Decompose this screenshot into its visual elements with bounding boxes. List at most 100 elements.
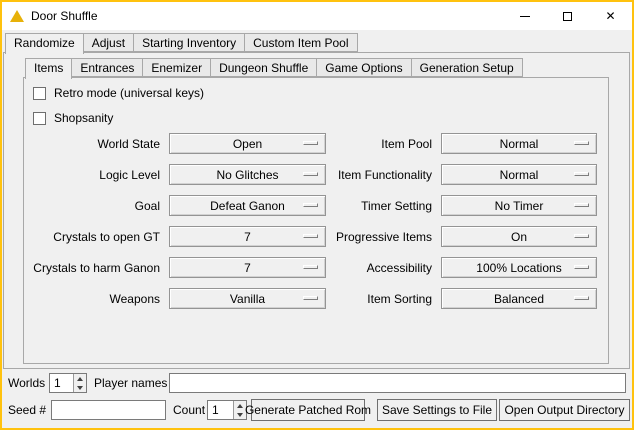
seed-label: Seed #: [8, 399, 46, 421]
retro-mode-checkbox-row[interactable]: Retro mode (universal keys): [33, 86, 204, 100]
tab-custom-item-pool[interactable]: Custom Item Pool: [244, 33, 357, 52]
dropdown-indicator-icon: [574, 265, 589, 269]
accessibility-value: 100% Locations: [476, 261, 561, 275]
world-state-dropdown[interactable]: Open: [169, 133, 326, 154]
close-icon: ✕: [605, 10, 615, 22]
shopsanity-label: Shopsanity: [54, 111, 113, 125]
timer-setting-dropdown[interactable]: No Timer: [441, 195, 597, 216]
window-title: Door Shuffle: [31, 9, 98, 23]
progressive-items-dropdown[interactable]: On: [441, 226, 597, 247]
dropdown-indicator-icon: [574, 296, 589, 300]
item-functionality-label: Item Functionality: [326, 168, 432, 182]
maximize-icon: [563, 12, 572, 21]
items-panel: Retro mode (universal keys) Shopsanity W…: [23, 77, 609, 364]
tab-items[interactable]: Items: [25, 58, 72, 79]
item-pool-dropdown[interactable]: Normal: [441, 133, 597, 154]
worlds-value[interactable]: 1: [50, 374, 73, 392]
count-value[interactable]: 1: [208, 401, 233, 419]
app-icon[interactable]: [10, 10, 24, 22]
tab-game-options[interactable]: Game Options: [316, 58, 411, 77]
item-pool-label: Item Pool: [326, 137, 432, 151]
worlds-label: Worlds: [8, 373, 45, 393]
timer-setting-value: No Timer: [495, 199, 544, 213]
shopsanity-checkbox-row[interactable]: Shopsanity: [33, 111, 113, 125]
progressive-items-label: Progressive Items: [326, 230, 432, 244]
crystals-open-gt-dropdown[interactable]: 7: [169, 226, 326, 247]
tab-enemizer[interactable]: Enemizer: [142, 58, 211, 77]
field-row: Goal Defeat Ganon Timer Setting No Timer: [24, 190, 608, 221]
logic-level-dropdown[interactable]: No Glitches: [169, 164, 326, 185]
progressive-items-value: On: [511, 230, 527, 244]
weapons-value: Vanilla: [230, 292, 265, 306]
crystals-harm-ganon-value: 7: [244, 261, 251, 275]
dropdown-indicator-icon: [303, 265, 318, 269]
seed-input[interactable]: [51, 400, 166, 420]
dropdown-indicator-icon: [574, 141, 589, 145]
dropdown-indicator-icon: [303, 296, 318, 300]
player-names-input[interactable]: [169, 373, 626, 393]
dropdown-indicator-icon: [574, 172, 589, 176]
retro-mode-label: Retro mode (universal keys): [54, 86, 204, 100]
field-row: Crystals to harm Ganon 7 Accessibility 1…: [24, 252, 608, 283]
titlebar: Door Shuffle ✕: [2, 2, 632, 30]
close-button[interactable]: ✕: [589, 2, 632, 30]
tab-starting-inventory[interactable]: Starting Inventory: [133, 33, 245, 52]
tab-randomize[interactable]: Randomize: [5, 33, 84, 54]
crystals-harm-ganon-dropdown[interactable]: 7: [169, 257, 326, 278]
tab-dungeon-shuffle[interactable]: Dungeon Shuffle: [210, 58, 317, 77]
open-output-directory-button[interactable]: Open Output Directory: [499, 399, 630, 421]
save-settings-button[interactable]: Save Settings to File: [377, 399, 497, 421]
item-functionality-value: Normal: [500, 168, 539, 182]
minimize-button[interactable]: [503, 2, 546, 30]
goal-dropdown[interactable]: Defeat Ganon: [169, 195, 326, 216]
retro-mode-checkbox[interactable]: [33, 87, 46, 100]
crystals-harm-ganon-label: Crystals to harm Ganon: [24, 261, 160, 275]
crystals-open-gt-label: Crystals to open GT: [24, 230, 160, 244]
dropdown-indicator-icon: [303, 203, 318, 207]
arrow-down-icon: [237, 413, 243, 417]
tab-entrances[interactable]: Entrances: [71, 58, 143, 77]
logic-level-value: No Glitches: [216, 168, 278, 182]
item-pool-value: Normal: [500, 137, 539, 151]
dropdown-indicator-icon: [303, 234, 318, 238]
maximize-button[interactable]: [546, 2, 589, 30]
arrow-down-icon: [77, 386, 83, 390]
tab-generation-setup[interactable]: Generation Setup: [411, 58, 523, 77]
client-area: Randomize Adjust Starting Inventory Cust…: [2, 30, 632, 428]
generate-patched-rom-button[interactable]: Generate Patched Rom: [251, 399, 365, 421]
window-controls: ✕: [503, 2, 632, 30]
dropdown-indicator-icon: [574, 203, 589, 207]
spin-down-button[interactable]: [74, 383, 86, 392]
arrow-up-icon: [77, 377, 83, 381]
tab-adjust[interactable]: Adjust: [83, 33, 134, 52]
dropdown-indicator-icon: [303, 172, 318, 176]
worlds-spinner[interactable]: 1: [49, 373, 87, 393]
shopsanity-checkbox[interactable]: [33, 112, 46, 125]
worlds-spinner-arrows: [73, 374, 86, 392]
timer-setting-label: Timer Setting: [326, 199, 432, 213]
accessibility-dropdown[interactable]: 100% Locations: [441, 257, 597, 278]
arrow-up-icon: [237, 404, 243, 408]
accessibility-label: Accessibility: [326, 261, 432, 275]
window: Door Shuffle ✕ Randomize Adjust Starting…: [0, 0, 634, 430]
item-sorting-dropdown[interactable]: Balanced: [441, 288, 597, 309]
field-row: Logic Level No Glitches Item Functionali…: [24, 159, 608, 190]
inner-tab-bar: Items Entrances Enemizer Dungeon Shuffle…: [25, 58, 523, 79]
item-sorting-value: Balanced: [494, 292, 544, 306]
goal-label: Goal: [24, 199, 160, 213]
generate-row: Seed # Count 1 Generate Patched Rom Save…: [2, 399, 632, 421]
multiworld-row: Worlds 1 Player names: [2, 373, 632, 393]
world-state-label: World State: [24, 137, 160, 151]
count-label: Count: [173, 399, 205, 421]
item-sorting-label: Item Sorting: [326, 292, 432, 306]
outer-tab-bar: Randomize Adjust Starting Inventory Cust…: [5, 33, 358, 54]
logic-level-label: Logic Level: [24, 168, 160, 182]
crystals-open-gt-value: 7: [244, 230, 251, 244]
world-state-value: Open: [233, 137, 262, 151]
item-functionality-dropdown[interactable]: Normal: [441, 164, 597, 185]
dropdown-indicator-icon: [303, 141, 318, 145]
spin-up-button[interactable]: [74, 374, 86, 383]
weapons-dropdown[interactable]: Vanilla: [169, 288, 326, 309]
goal-value: Defeat Ganon: [210, 199, 285, 213]
count-spinner[interactable]: 1: [207, 400, 247, 420]
